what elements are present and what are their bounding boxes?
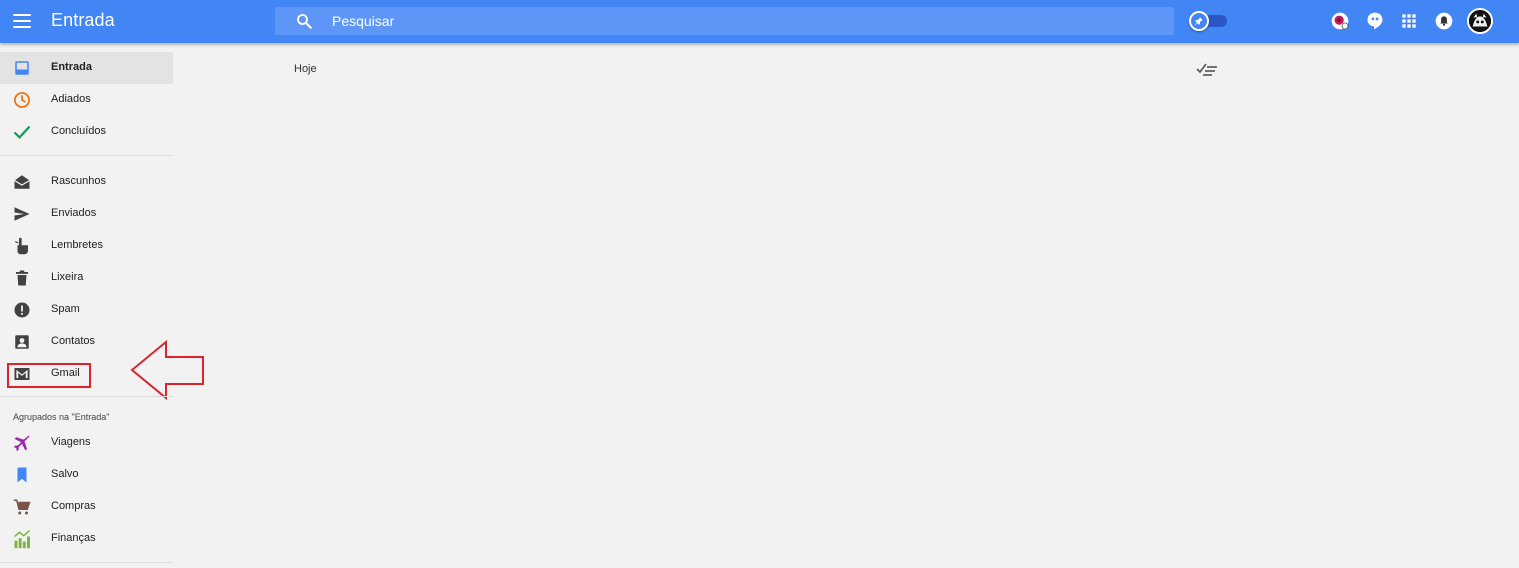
pin-toggle-knob[interactable] [1189,11,1209,31]
sidebar-item-spam[interactable]: Spam [0,294,173,326]
sidebar-item-viagens[interactable]: Viagens [0,427,173,459]
sidebar-item-label: Compras [51,500,96,512]
top-app-bar: Entrada [0,0,1519,43]
sidebar-item-rascunhos[interactable]: Rascunhos [0,166,173,198]
sidebar-item-label: Contatos [51,335,96,347]
inbox-icon [12,58,32,78]
finance-chart-icon [12,529,32,549]
sidebar-item-adiados[interactable]: Adiados [0,84,173,116]
drafts-icon [12,172,32,192]
clock-icon [12,90,32,110]
section-label-today: Hoje [294,63,317,75]
check-icon [12,122,32,142]
sidebar-item-label: Lembretes [51,239,103,251]
search-icon[interactable] [295,12,313,30]
spam-icon [12,300,32,320]
sidebar-item-enviados[interactable]: Enviados [0,198,173,230]
apps-grid-icon[interactable] [1399,11,1419,31]
reminder-hand-icon [12,236,32,256]
sidebar-item-label: Adiados [51,93,91,105]
search-input[interactable] [332,7,1152,35]
menu-icon[interactable] [12,12,32,30]
search-bar[interactable] [275,7,1174,35]
contacts-icon [12,332,32,352]
notifications-icon[interactable] [1434,11,1454,31]
hangouts-icon[interactable] [1365,11,1385,31]
sidebar-item-label: Spam [51,303,80,315]
extension-icon[interactable] [1330,11,1350,31]
sidebar: Entrada Adiados Concluídos Rascunhos Env… [0,43,204,568]
sidebar-item-label: Entrada [51,61,92,73]
cart-icon [12,497,32,517]
sidebar-item-label: Viagens [51,436,91,448]
sidebar-item-label: Enviados [51,207,97,219]
avatar-image-icon [1469,10,1491,32]
bookmark-icon [12,465,32,485]
annotation-highlight-box [7,363,91,388]
trash-icon [12,268,32,288]
page-title: Entrada [51,10,115,30]
sidebar-item-lembretes[interactable]: Lembretes [0,230,173,262]
sidebar-item-entrada[interactable]: Entrada [0,52,173,84]
sidebar-item-concluidos[interactable]: Concluídos [0,116,173,148]
pin-toggle[interactable] [1189,11,1228,31]
send-icon [12,204,32,224]
airplane-icon [12,433,32,453]
sidebar-item-compras[interactable]: Compras [0,491,173,523]
sidebar-divider [0,155,173,156]
sidebar-item-label: Concluídos [51,125,107,137]
sidebar-item-label: Lixeira [51,271,84,283]
annotation-arrow-icon [130,340,204,400]
sidebar-divider [0,396,173,397]
sidebar-item-salvo[interactable]: Salvo [0,459,173,491]
sweep-done-icon[interactable] [1196,61,1218,77]
sidebar-item-label: Salvo [51,468,79,480]
avatar[interactable] [1467,8,1493,34]
sidebar-item-lixeira[interactable]: Lixeira [0,262,173,294]
sidebar-item-financas[interactable]: Finanças [0,523,173,555]
bundles-section-title: Agrupados na "Entrada" [13,412,110,422]
sidebar-item-label: Finanças [51,532,96,544]
sidebar-divider [0,562,173,563]
sidebar-item-label: Rascunhos [51,175,107,187]
pin-icon [1194,17,1203,26]
